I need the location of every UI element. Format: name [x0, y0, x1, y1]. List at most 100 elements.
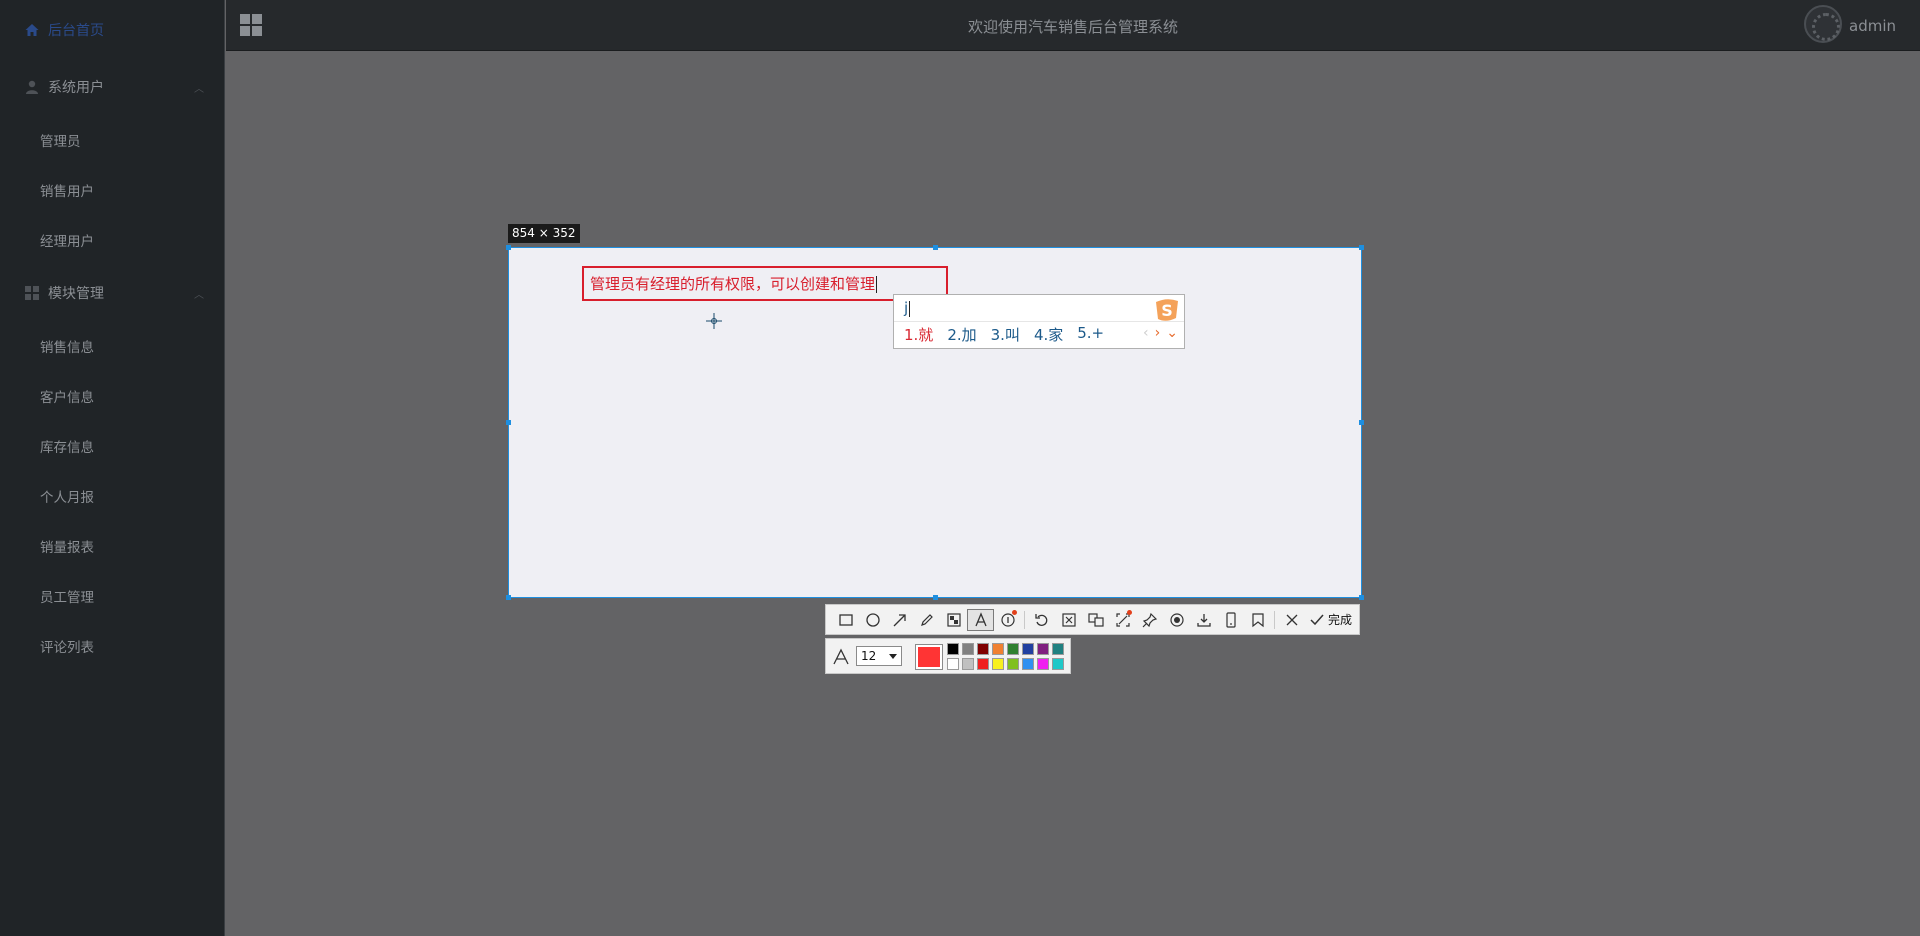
font-size-select[interactable]: 12	[856, 646, 902, 666]
username[interactable]: admin	[1849, 17, 1896, 35]
resize-handle[interactable]	[933, 595, 938, 600]
pen-icon[interactable]	[913, 609, 940, 631]
color-swatch[interactable]	[1022, 643, 1034, 655]
capture-toolbar: 完成	[825, 604, 1360, 635]
sidebar-item-inventory-info[interactable]: 库存信息	[40, 436, 94, 456]
sidebar-item-staff-management[interactable]: 员工管理	[40, 586, 94, 606]
chevron-right-icon[interactable]: ›	[1155, 325, 1161, 341]
color-swatch[interactable]	[1052, 658, 1064, 670]
toolbar-divider	[1274, 610, 1275, 629]
font-icon	[833, 648, 849, 665]
color-swatch[interactable]	[947, 658, 959, 670]
current-color-swatch[interactable]	[915, 644, 943, 670]
record-icon[interactable]	[1163, 609, 1190, 631]
pin-icon[interactable]	[1136, 609, 1163, 631]
text-icon[interactable]	[967, 608, 994, 631]
ime-candidate[interactable]: 4.家	[1034, 324, 1063, 345]
color-swatch[interactable]	[992, 658, 1004, 670]
sidebar-item-manager-users[interactable]: 经理用户	[40, 230, 94, 250]
ime-candidate[interactable]: 1.就	[904, 324, 933, 345]
chevron-left-icon[interactable]: ‹	[1143, 325, 1149, 341]
sidebar-item-label: 后台首页	[48, 23, 104, 39]
undo-icon[interactable]	[1028, 609, 1055, 631]
text-cursor	[876, 276, 878, 293]
sidebar-group-system-users[interactable]: 系统用户 ︿	[24, 77, 204, 97]
avatar[interactable]	[1804, 5, 1842, 43]
ime-candidate[interactable]: 3.叫	[991, 324, 1020, 345]
ellipse-icon[interactable]	[859, 609, 886, 631]
dropdown-arrow-icon	[889, 654, 897, 659]
long-screenshot-icon[interactable]	[1109, 609, 1136, 631]
sidebar-group-label: 系统用户	[48, 80, 104, 96]
color-swatch[interactable]	[1007, 658, 1019, 670]
resize-handle[interactable]	[506, 245, 511, 250]
sidebar-group-modules[interactable]: 模块管理 ︿	[24, 283, 204, 303]
current-color-fill	[918, 647, 940, 667]
resize-handle[interactable]	[1359, 245, 1364, 250]
resize-handle[interactable]	[506, 595, 511, 600]
sidebar-item-sales-info[interactable]: 销售信息	[40, 336, 94, 356]
sidebar-item-sales-report[interactable]: 销量报表	[40, 536, 94, 556]
resize-handle[interactable]	[506, 420, 511, 425]
text-style-toolbar: 12	[825, 638, 1071, 674]
done-label: 完成	[1328, 613, 1353, 627]
phone-icon[interactable]	[1217, 609, 1244, 631]
color-swatch[interactable]	[947, 643, 959, 655]
home-icon	[25, 24, 39, 36]
toolbar-divider	[1024, 610, 1025, 629]
ime-input-text: j	[904, 299, 909, 317]
color-swatch[interactable]	[992, 643, 1004, 655]
top-header: 欢迎使用汽车销售后台管理系统 admin	[226, 0, 1920, 51]
ime-candidate[interactable]: 2.加	[947, 324, 976, 345]
resize-handle[interactable]	[1359, 420, 1364, 425]
color-swatch[interactable]	[977, 643, 989, 655]
color-swatch[interactable]	[1022, 658, 1034, 670]
annotation-text: 管理员有经理的所有权限，可以创建和管理	[590, 275, 876, 293]
sidebar-group-label: 模块管理	[48, 286, 104, 302]
sidebar-item-monthly-report[interactable]: 个人月报	[40, 486, 94, 506]
ime-candidate-window[interactable]: j S 1.就 2.加 3.叫 4.家 5.+ ‹ › ⌄	[893, 294, 1185, 349]
ime-candidate[interactable]: 5.+	[1077, 324, 1104, 345]
translate-icon[interactable]	[1082, 609, 1109, 631]
sidebar-item-admin[interactable]: 管理员	[40, 130, 81, 150]
color-swatch[interactable]	[1037, 658, 1049, 670]
capture-size-badge: 854 × 352	[508, 224, 580, 243]
chevron-up-icon: ︿	[194, 84, 204, 95]
arrow-icon[interactable]	[886, 609, 913, 631]
color-palette	[947, 643, 1064, 670]
svg-text:S: S	[1161, 301, 1173, 320]
ime-candidates: 1.就 2.加 3.叫 4.家 5.+	[904, 324, 1104, 345]
sidebar-item-home[interactable]: 后台首页	[24, 21, 104, 39]
chevron-up-icon: ︿	[194, 290, 204, 301]
color-swatch[interactable]	[1037, 643, 1049, 655]
ime-paging: ‹ › ⌄	[1143, 325, 1178, 341]
ocr-icon[interactable]	[1055, 609, 1082, 631]
chevron-down-icon[interactable]: ⌄	[1166, 325, 1178, 341]
check-icon	[1310, 614, 1324, 625]
ime-divider	[894, 321, 1184, 322]
color-swatch[interactable]	[1007, 643, 1019, 655]
number-icon[interactable]	[994, 609, 1021, 631]
done-button[interactable]: 完成	[1309, 611, 1352, 628]
close-icon[interactable]	[1278, 609, 1305, 631]
color-swatch[interactable]	[962, 658, 974, 670]
color-swatch[interactable]	[962, 643, 974, 655]
download-icon[interactable]	[1190, 609, 1217, 631]
sogou-logo-icon: S	[1156, 299, 1178, 321]
mosaic-icon[interactable]	[940, 609, 967, 631]
resize-handle[interactable]	[1359, 595, 1364, 600]
sidebar-item-comment-list[interactable]: 评论列表	[40, 636, 94, 656]
crosshair-icon	[706, 313, 722, 329]
resize-handle[interactable]	[933, 245, 938, 250]
user-icon	[26, 80, 38, 94]
sidebar-item-sales-users[interactable]: 销售用户	[40, 180, 94, 200]
modules-icon	[25, 286, 39, 300]
page-title: 欢迎使用汽车销售后台管理系统	[967, 18, 1178, 36]
rectangle-icon[interactable]	[832, 609, 859, 631]
sidebar: 后台首页 系统用户 ︿ 管理员 销售用户 经理用户 模块管理 ︿ 销售信息 客户…	[0, 0, 225, 936]
bookmark-icon[interactable]	[1244, 609, 1271, 631]
sidebar-item-customer-info[interactable]: 客户信息	[40, 386, 94, 406]
font-size-value: 12	[861, 649, 877, 663]
color-swatch[interactable]	[1052, 643, 1064, 655]
color-swatch[interactable]	[977, 658, 989, 670]
